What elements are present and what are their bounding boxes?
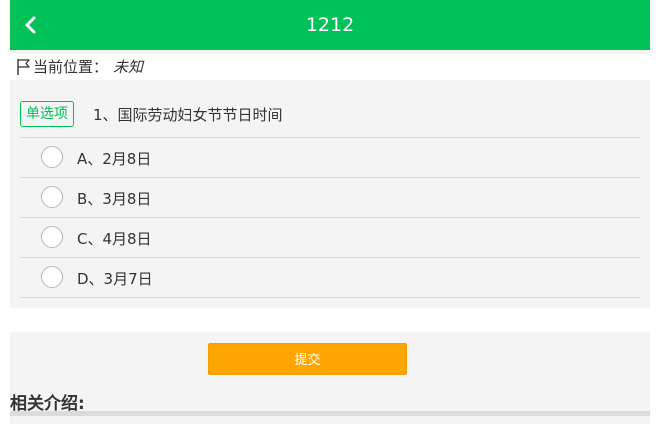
submit-button[interactable]: 提交 [208,343,407,375]
option-a[interactable]: A、2月8日 [20,138,640,178]
breadcrumb: 当前位置： 未知 [10,54,650,80]
radio-button[interactable] [41,266,63,288]
option-c[interactable]: C、4月8日 [20,218,640,258]
radio-button[interactable] [41,146,63,168]
radio-button[interactable] [41,226,63,248]
chevron-left-icon [25,16,36,34]
divider [10,411,650,416]
page-frame: 1212 当前位置： 未知 单选项 1、国际劳动妇女节节日时间 A、2月8日 B… [10,0,650,424]
location-value: 未知 [113,58,144,76]
location-label: 当前位置： [33,58,109,76]
page-title: 1212 [305,14,355,36]
option-b[interactable]: B、3月8日 [20,178,640,218]
answer-options: A、2月8日 B、3月8日 C、4月8日 D、3月7日 [20,137,640,298]
back-button[interactable] [20,13,42,37]
radio-button[interactable] [41,186,63,208]
spacer-bar [10,308,650,332]
option-label: A、2月8日 [77,150,152,168]
option-label: D、3月7日 [77,270,153,288]
option-d[interactable]: D、3月7日 [20,258,640,298]
flag-icon [16,58,32,76]
question-type-badge: 单选项 [20,101,74,127]
question-header: 单选项 1、国际劳动妇女节节日时间 [20,100,640,130]
question-text: 1、国际劳动妇女节节日时间 [93,106,283,124]
option-label: B、3月8日 [77,190,152,208]
app-header: 1212 [10,0,650,50]
option-label: C、4月8日 [77,230,152,248]
